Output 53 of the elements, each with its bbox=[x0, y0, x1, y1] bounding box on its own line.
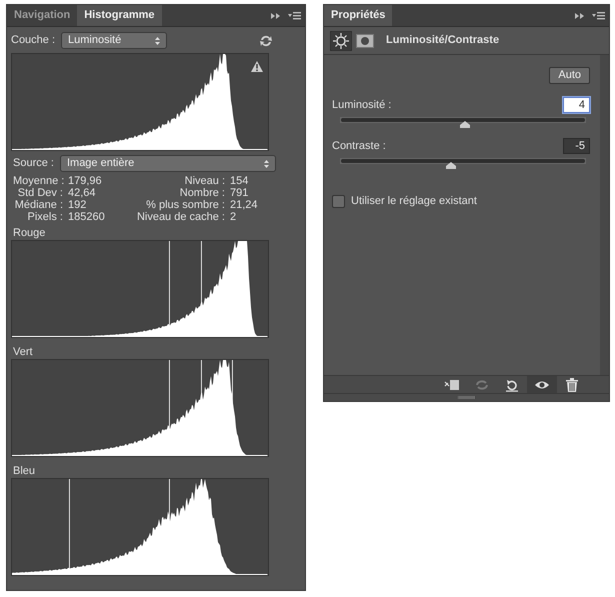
stepper-icon bbox=[155, 36, 160, 44]
stat-value: 21,24 bbox=[230, 199, 259, 211]
panel-tab[interactable]: Navigation bbox=[7, 5, 78, 26]
slider-label: Contraste : bbox=[332, 140, 386, 153]
stat-value: 2 bbox=[230, 211, 238, 223]
scrollbar[interactable] bbox=[600, 55, 609, 375]
stat-value: 791 bbox=[230, 187, 250, 199]
reset-icon[interactable] bbox=[504, 378, 520, 392]
stat-label: Std Dev : bbox=[16, 187, 63, 199]
warning-icon bbox=[251, 61, 263, 72]
value-field[interactable]: 4 bbox=[563, 97, 590, 114]
channel-label: Bleu bbox=[13, 465, 36, 477]
brightness-icon[interactable] bbox=[330, 30, 352, 50]
collapse-icon[interactable] bbox=[271, 12, 280, 20]
panel-tab[interactable]: Propriétés bbox=[324, 5, 392, 26]
channel-label: Rouge bbox=[13, 227, 46, 239]
slider-thumb[interactable] bbox=[446, 162, 456, 170]
stat-label: Médiane : bbox=[14, 199, 63, 211]
adjustment-title: Luminosité/Contraste bbox=[386, 34, 500, 48]
stat-label: Niveau de cache : bbox=[136, 211, 225, 223]
menu-icon[interactable] bbox=[592, 12, 605, 20]
checkbox[interactable] bbox=[332, 195, 345, 208]
stat-value: 154 bbox=[230, 175, 250, 187]
stat-value: 185260 bbox=[68, 211, 106, 223]
field-label: Source : bbox=[13, 156, 54, 170]
resize-grip-icon[interactable] bbox=[458, 396, 475, 399]
checkbox-label: Utiliser le réglage existant bbox=[351, 195, 477, 208]
collapse-icon[interactable] bbox=[575, 12, 584, 20]
stat-label: % plus sombre : bbox=[145, 199, 225, 211]
slider-thumb[interactable] bbox=[460, 121, 470, 128]
field-label: Couche : bbox=[11, 34, 56, 48]
stat-value: 179,96 bbox=[68, 175, 103, 187]
panel-tab[interactable]: Histogramme bbox=[77, 5, 162, 26]
channel-label: Vert bbox=[13, 346, 33, 358]
channel-dropdown[interactable]: Luminosité bbox=[61, 32, 168, 49]
auto-button[interactable]: Auto bbox=[549, 67, 590, 84]
slider-label: Luminosité : bbox=[332, 98, 392, 112]
stepper-icon bbox=[264, 160, 269, 168]
source-dropdown[interactable]: Image entière bbox=[60, 155, 276, 172]
stat-label: Nombre : bbox=[178, 187, 225, 199]
clip-layer-icon[interactable] bbox=[444, 378, 460, 392]
stat-label: Moyenne : bbox=[13, 175, 63, 187]
stat-value: 42,64 bbox=[68, 187, 97, 199]
stat-value: 192 bbox=[68, 199, 88, 211]
refresh-icon[interactable] bbox=[259, 34, 273, 48]
trash-icon[interactable] bbox=[564, 378, 580, 392]
slider-track[interactable] bbox=[340, 117, 586, 128]
stat-label: Pixels : bbox=[26, 211, 63, 223]
value-field[interactable]: -5 bbox=[563, 138, 590, 154]
mask-icon[interactable] bbox=[356, 34, 374, 48]
stat-label: Niveau : bbox=[184, 175, 225, 187]
slider-track[interactable] bbox=[340, 158, 586, 170]
menu-icon[interactable] bbox=[288, 12, 301, 20]
